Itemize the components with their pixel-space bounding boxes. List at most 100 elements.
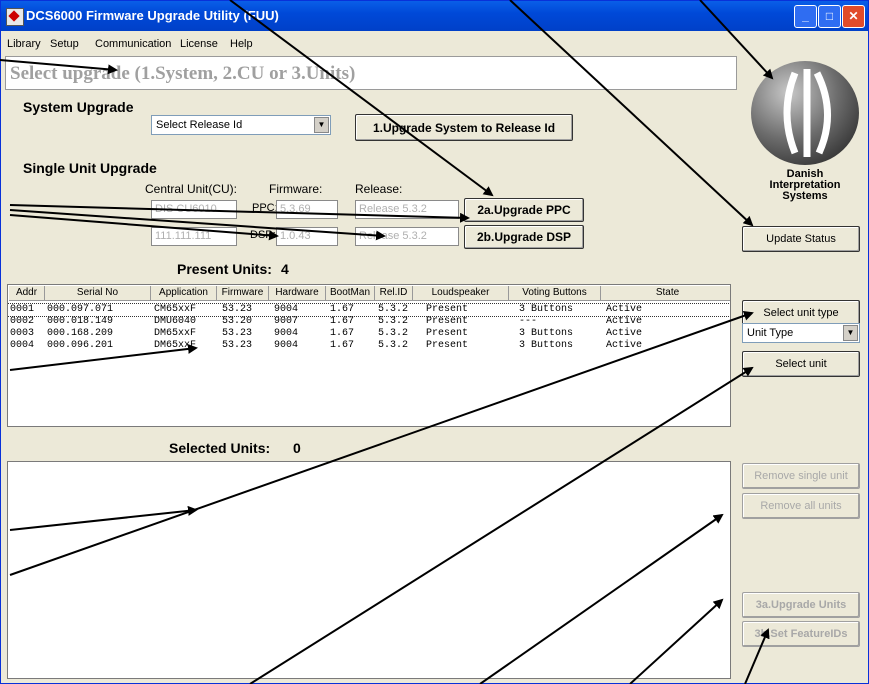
menu-license[interactable]: License (180, 38, 218, 50)
app-window: DCS6000 Firmware Upgrade Utility (FUU) _… (0, 0, 869, 684)
present-units-count: 4 (281, 261, 289, 277)
title-bar: DCS6000 Firmware Upgrade Utility (FUU) _… (1, 1, 868, 31)
dsp-firmware-field: 1.0.43 (276, 227, 338, 246)
col-bootman[interactable]: BootMan (326, 286, 375, 301)
logo-line-3: Systems (782, 190, 828, 202)
menu-setup[interactable]: Setup (50, 38, 79, 50)
select-unit-button[interactable]: Select unit (742, 351, 860, 377)
set-feature-ids-button[interactable]: 3b.Set FeatureIDs (742, 621, 860, 647)
dsp-release-field: Release 5.3.2 (355, 227, 459, 246)
cell-relid: 5.3.2 (378, 328, 409, 339)
instruction-banner: Select upgrade (1.System, 2.CU or 3.Unit… (5, 56, 737, 90)
cell-voting: --- (519, 316, 538, 327)
upgrade-system-button[interactable]: 1.Upgrade System to Release Id (355, 114, 573, 141)
unit-type-value: Unit Type (747, 327, 794, 339)
chevron-down-icon[interactable]: ▼ (314, 117, 329, 133)
release-label: Release: (355, 182, 403, 196)
table-row[interactable]: 0003 000.168.209 DM65xxF 53.23 9004 1.67 5.3.2… (8, 328, 730, 340)
system-upgrade-heading: System Upgrade (23, 99, 134, 115)
cell-state: Active (606, 328, 643, 339)
cell-relid: 5.3.2 (378, 340, 409, 351)
release-id-select[interactable]: Select Release Id ▼ (151, 115, 331, 135)
cell-application: DM65xxF (154, 328, 197, 339)
cell-hardware: 9004 (274, 328, 299, 339)
col-state[interactable]: State (601, 286, 730, 301)
cell-hardware: 9004 (274, 340, 299, 351)
cell-application: DM65xxF (154, 340, 197, 351)
menu-help[interactable]: Help (230, 38, 253, 50)
cell-bootman: 1.67 (330, 304, 355, 315)
update-status-button[interactable]: Update Status (742, 226, 860, 252)
dsp-label: DSP: (250, 229, 276, 241)
minimize-icon[interactable]: _ (794, 5, 817, 28)
menu-library[interactable]: Library (7, 38, 41, 50)
cell-loudspeaker: Present (426, 304, 469, 315)
col-addr[interactable]: Addr (9, 286, 45, 301)
selected-units-list[interactable] (7, 461, 731, 679)
maximize-icon[interactable]: □ (818, 5, 841, 28)
unit-type-select[interactable]: Unit Type ▼ (742, 323, 860, 343)
logo-caption: Danish Interpretation Systems (743, 169, 867, 202)
cell-serial: 000.096.201 (47, 340, 114, 351)
upgrade-dsp-button[interactable]: 2b.Upgrade DSP (464, 225, 584, 249)
menu-communication[interactable]: Communication (95, 38, 171, 50)
cell-serial: 000.097.071 (47, 304, 114, 315)
ppc-firmware-field: 5.3.69 (276, 200, 338, 219)
release-id-value: Select Release Id (156, 119, 243, 131)
table-row[interactable]: 0002 000.018.149 DMU6040 53.20 9007 1.67 5.3.2… (8, 316, 730, 328)
selected-units-count: 0 (293, 440, 301, 456)
ppc-release-field: Release 5.3.2 (355, 200, 459, 219)
cell-firmware: 53.20 (222, 316, 253, 327)
chevron-down-icon[interactable]: ▼ (843, 325, 858, 341)
cell-addr: 0002 (10, 316, 35, 327)
cell-hardware: 9007 (274, 316, 299, 327)
table-row[interactable]: 0004 000.096.201 DM65xxF 53.23 9004 1.67 5.3.2… (8, 340, 730, 352)
col-hardware[interactable]: Hardware (269, 286, 326, 301)
cell-state: Active (606, 316, 643, 327)
col-serial[interactable]: Serial No (45, 286, 151, 301)
col-application[interactable]: Application (151, 286, 217, 301)
col-relid[interactable]: Rel.ID (375, 286, 413, 301)
ppc-label: PPC: (252, 202, 278, 214)
cell-relid: 5.3.2 (378, 304, 409, 315)
banner-text: Select upgrade (1.System, 2.CU or 3.Unit… (10, 63, 356, 84)
cell-firmware: 53.23 (222, 328, 253, 339)
cell-voting: 3 Buttons (519, 304, 574, 315)
cell-application: CM65xxF (154, 304, 197, 315)
cell-application: DMU6040 (154, 316, 197, 327)
table-row[interactable]: 0001 000.097.071 CM65xxF 53.23 9004 1.67 5.3.2… (8, 303, 730, 317)
remove-all-units-button[interactable]: Remove all units (742, 493, 860, 519)
cell-firmware: 53.23 (222, 340, 253, 351)
cell-state: Active (606, 304, 643, 315)
cell-serial: 000.018.149 (47, 316, 114, 327)
cell-loudspeaker: Present (426, 340, 469, 351)
app-icon (6, 8, 24, 26)
cu-name-field: DIS CU6010 (151, 200, 237, 219)
cell-bootman: 1.67 (330, 316, 355, 327)
present-units-list[interactable]: Addr Serial No Application Firmware Hard… (7, 284, 731, 427)
cell-relid: 5.3.2 (378, 316, 409, 327)
selected-units-label: Selected Units: (169, 440, 271, 456)
cu-ip-field: 111.111.111 (151, 227, 237, 246)
cell-addr: 0004 (10, 340, 35, 351)
remove-single-unit-button[interactable]: Remove single unit (742, 463, 860, 489)
cu-label: Central Unit(CU): (145, 182, 238, 196)
window-title: DCS6000 Firmware Upgrade Utility (FUU) (26, 8, 279, 23)
col-loudspeaker[interactable]: Loudspeaker (413, 286, 509, 301)
single-unit-heading: Single Unit Upgrade (23, 160, 157, 176)
col-firmware[interactable]: Firmware (217, 286, 269, 301)
close-icon[interactable]: ✕ (842, 5, 865, 28)
upgrade-ppc-button[interactable]: 2a.Upgrade PPC (464, 198, 584, 222)
col-voting-buttons[interactable]: Voting Buttons (509, 286, 601, 301)
cell-addr: 0001 (10, 304, 35, 315)
cell-bootman: 1.67 (330, 340, 355, 351)
cell-hardware: 9004 (274, 304, 299, 315)
cell-serial: 000.168.209 (47, 328, 114, 339)
cell-firmware: 53.23 (222, 304, 253, 315)
cell-voting: 3 Buttons (519, 328, 574, 339)
upgrade-units-button[interactable]: 3a.Upgrade Units (742, 592, 860, 618)
cell-voting: 3 Buttons (519, 340, 574, 351)
cell-bootman: 1.67 (330, 328, 355, 339)
cell-addr: 0003 (10, 328, 35, 339)
cell-loudspeaker: Present (426, 328, 469, 339)
